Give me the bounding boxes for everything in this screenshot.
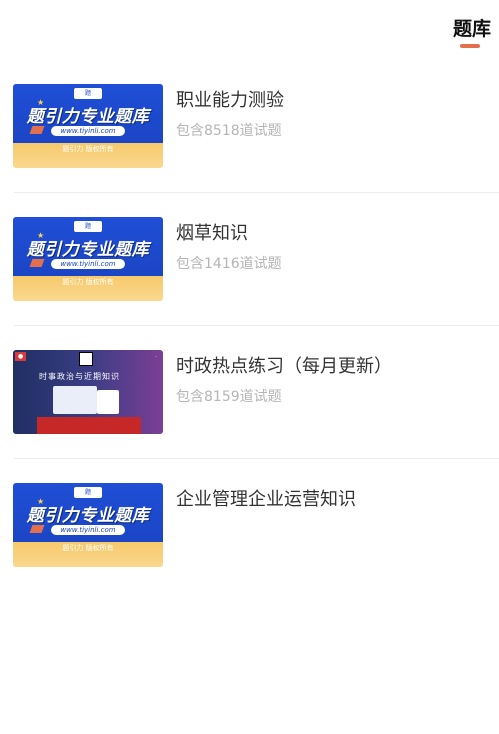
thumbnail-caption: 题引力 版权所有 xyxy=(62,544,114,552)
item-title: 企业管理企业运营知识 xyxy=(176,489,356,510)
thumbnail-caption: 题引力 版权所有 xyxy=(62,278,114,286)
course-thumbnail: 题 ★ 题引力专业题库 www.tiyinli.com 题引力 版权所有 xyxy=(13,217,163,301)
item-question-count: 包含8518道试题 xyxy=(176,123,282,139)
list-item[interactable]: 题 ★ 题引力专业题库 www.tiyinli.com 题引力 版权所有 企业管… xyxy=(0,459,499,592)
thumbnail-caption: 题引力 版权所有 xyxy=(62,145,114,153)
question-bank-list: 题 ★ 题引力专业题库 www.tiyinli.com 题引力 版权所有 职业能… xyxy=(0,60,499,592)
tab-question-bank[interactable]: 题库 xyxy=(453,14,491,41)
item-title: 时政热点练习（每月更新） xyxy=(176,356,392,377)
phone-icon xyxy=(97,390,119,414)
thumbnail-tag: ● xyxy=(15,352,27,361)
top-tab-bar: 题库 xyxy=(0,0,499,56)
brand-logo-icon: 题 xyxy=(74,487,102,498)
item-title: 烟草知识 xyxy=(176,223,248,244)
thumbnail-url: www.tiyinli.com xyxy=(51,525,125,535)
thumbnail-url: www.tiyinli.com xyxy=(51,126,125,136)
monitor-icon xyxy=(53,386,97,414)
brand-logo-icon: 题 xyxy=(74,221,102,232)
thumbnail-site: · xyxy=(155,354,157,361)
brand-logo-icon: 题 xyxy=(74,88,102,99)
item-title: 职业能力测验 xyxy=(176,90,284,111)
course-thumbnail: 题 ★ 题引力专业题库 www.tiyinli.com 题引力 版权所有 xyxy=(13,84,163,168)
list-item[interactable]: ● · 时事政治与近期知识 时政热点练习（每月更新） 包含8159道试题 xyxy=(0,326,499,459)
item-question-count: 包含1416道试题 xyxy=(176,256,282,272)
course-thumbnail: ● · 时事政治与近期知识 xyxy=(13,350,163,434)
pencil-icon xyxy=(29,259,45,267)
list-item[interactable]: 题 ★ 题引力专业题库 www.tiyinli.com 题引力 版权所有 烟草知… xyxy=(0,193,499,326)
thumbnail-headline: 题引力专业题库 xyxy=(26,240,150,260)
thumbnail-headline: 时事政治与近期知识 xyxy=(39,372,120,381)
pencil-icon xyxy=(29,525,45,533)
qr-code-icon xyxy=(79,352,93,366)
pencil-icon xyxy=(29,126,45,134)
list-item[interactable]: 题 ★ 题引力专业题库 www.tiyinli.com 题引力 版权所有 职业能… xyxy=(0,60,499,193)
thumbnail-headline: 题引力专业题库 xyxy=(26,107,150,127)
thumbnail-headline: 题引力专业题库 xyxy=(26,506,150,526)
course-thumbnail: 题 ★ 题引力专业题库 www.tiyinli.com 题引力 版权所有 xyxy=(13,483,163,567)
active-tab-indicator xyxy=(460,44,480,48)
item-question-count: 包含8159道试题 xyxy=(176,389,282,405)
thumbnail-url: www.tiyinli.com xyxy=(51,259,125,269)
thumbnail-red-banner xyxy=(37,417,141,434)
